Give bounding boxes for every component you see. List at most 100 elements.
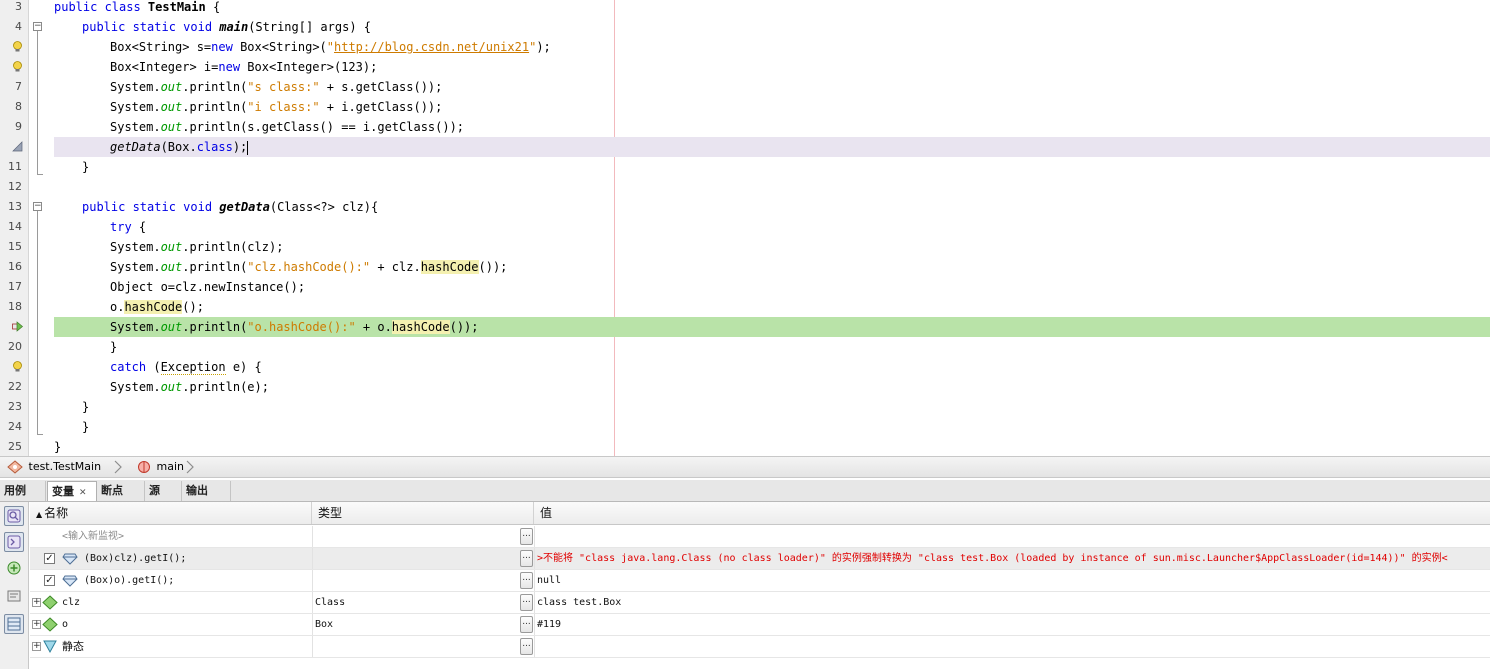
code-line-24[interactable]: 24 } — [0, 417, 1490, 437]
code-line-23[interactable]: 23 } — [0, 397, 1490, 417]
code-line-3[interactable]: 3 public class TestMain { — [0, 0, 1490, 17]
code-text: System.out.println(s.getClass() == i.get… — [110, 120, 465, 134]
show-values-button[interactable] — [4, 614, 24, 634]
tab-variables[interactable]: 变量 ✕ — [47, 481, 97, 501]
line-number: 8 — [15, 100, 22, 113]
line-number: 12 — [8, 180, 22, 193]
ellipsis-button[interactable]: ... — [520, 550, 533, 567]
watch-toggle-button[interactable] — [4, 506, 24, 526]
ellipsis-button[interactable]: ... — [520, 616, 533, 633]
variable-value: #119 — [537, 619, 562, 630]
code-text: try { — [110, 220, 147, 234]
tab-output[interactable]: 输出 — [182, 481, 231, 501]
code-line-7[interactable]: 7 System.out.println("s class:" + s.getC… — [0, 77, 1490, 97]
tab-cases[interactable]: 用例 — [0, 481, 46, 501]
code-line-14[interactable]: 14 try { — [0, 217, 1490, 237]
new-watch-input[interactable]: <输入新监视> — [62, 526, 312, 547]
local-variable-icon — [42, 617, 58, 632]
column-header-value[interactable]: 值 — [534, 502, 1490, 524]
watch-expression-icon — [62, 553, 78, 565]
code-line-9[interactable]: 9 System.out.println(s.getClass() == i.g… — [0, 117, 1490, 137]
ellipsis-button[interactable]: ... — [520, 572, 533, 589]
code-line-6[interactable]: Box<Integer> i=new Box<Integer>(123); — [0, 57, 1490, 77]
code-text: catch (Exception e) { — [110, 360, 262, 375]
code-line-20[interactable]: 20 } — [0, 337, 1490, 357]
code-line-16[interactable]: 16 System.out.println("clz.hashCode():" … — [0, 257, 1490, 277]
table-row[interactable]: + clz Class ... class test.Box — [30, 592, 1490, 614]
line-number: 18 — [8, 300, 22, 313]
code-editor[interactable]: − − 3 public class TestMain { 4 public s… — [0, 0, 1490, 456]
line-number: 11 — [8, 160, 22, 173]
watch-value: null — [537, 575, 562, 586]
static-fields-button[interactable] — [4, 586, 24, 606]
expand-toggle[interactable]: + — [32, 642, 41, 651]
code-text: o.hashCode(); — [110, 300, 204, 314]
code-line-21[interactable]: catch (Exception e) { — [0, 357, 1490, 377]
code-line-12[interactable]: 12 — [0, 177, 1490, 197]
text-caret — [247, 140, 249, 155]
column-header-type[interactable]: 类型 — [312, 502, 534, 524]
breadcrumb-class-item[interactable]: test.TestMain — [7, 457, 101, 477]
column-header-name[interactable]: ▲ 名称 — [30, 502, 312, 524]
code-line-15[interactable]: 15 System.out.println(clz); — [0, 237, 1490, 257]
code-line-25[interactable]: 25 } — [0, 437, 1490, 456]
code-line-8[interactable]: 8 System.out.println("i class:" + i.getC… — [0, 97, 1490, 117]
code-text: getData(Box.class); — [110, 140, 249, 155]
chevron-right-icon — [186, 459, 194, 475]
code-line-5[interactable]: Box<String> s=new Box<String>("http://bl… — [0, 37, 1490, 57]
hint-bulb-icon[interactable] — [12, 41, 23, 52]
static-node-label: 静态 — [62, 640, 84, 653]
expand-toggle[interactable]: + — [32, 620, 41, 629]
line-number: 22 — [8, 380, 22, 393]
navigation-breadcrumb: test.TestMain main — [0, 456, 1490, 478]
hint-bulb-icon[interactable] — [12, 61, 23, 72]
code-line-4[interactable]: 4 public static void main(String[] args)… — [0, 17, 1490, 37]
code-text: System.out.println(clz); — [110, 240, 284, 254]
code-line-13[interactable]: 13 public static void getData(Class<?> c… — [0, 197, 1490, 217]
close-icon[interactable]: ✕ — [79, 488, 87, 498]
new-watch-button[interactable] — [4, 558, 24, 578]
ellipsis-button[interactable]: ... — [520, 594, 533, 611]
table-row[interactable]: ✓ (Box)o).getI(); ... null — [30, 570, 1490, 592]
tab-sources[interactable]: 源 — [145, 481, 182, 501]
variable-name: clz — [62, 597, 81, 608]
code-line-11[interactable]: 11 } — [0, 157, 1490, 177]
code-line-18[interactable]: 18 o.hashCode(); — [0, 297, 1490, 317]
code-line-17[interactable]: 17 Object o=clz.newInstance(); — [0, 277, 1490, 297]
code-text: Box<Integer> i=new Box<Integer>(123); — [110, 60, 378, 74]
variable-type — [315, 636, 505, 657]
code-line-19[interactable]: System.out.println("o.hashCode():" + o.h… — [0, 317, 1490, 337]
watch-type — [315, 570, 505, 591]
ellipsis-button[interactable]: ... — [520, 528, 533, 545]
hint-bulb-icon[interactable] — [12, 361, 23, 372]
static-node-icon — [43, 640, 57, 654]
current-pc-arrow-icon[interactable] — [12, 321, 23, 332]
code-text: System.out.println("s class:" + s.getCla… — [110, 80, 443, 94]
variable-type: Class — [315, 597, 346, 608]
result-toggle-button[interactable] — [4, 532, 24, 552]
local-variable-icon — [42, 595, 58, 610]
variable-value: class test.Box — [537, 597, 622, 608]
variable-value — [537, 636, 1487, 657]
variables-toolbar — [0, 502, 29, 669]
line-number: 14 — [8, 220, 22, 233]
table-row[interactable]: ✓ (Box)clz).getI(); ... >不能将 "class java… — [30, 548, 1490, 570]
variables-table: ▲ 名称 类型 值 <输入新监视> ... ✓ (Box)clz).getI();… — [30, 502, 1490, 669]
breadcrumb-method-item[interactable]: main — [137, 457, 184, 477]
watch-name: (Box)clz).getI(); — [84, 553, 187, 564]
breakpoint-triangle-icon[interactable] — [12, 141, 23, 152]
expression-icon — [7, 535, 21, 549]
code-line-22[interactable]: 22 System.out.println(e); — [0, 377, 1490, 397]
code-text: public static void getData(Class<?> clz)… — [82, 200, 379, 214]
ellipsis-button[interactable]: ... — [520, 638, 533, 655]
variable-type: Box — [315, 619, 334, 630]
tab-breakpoints[interactable]: 断点 — [97, 481, 145, 501]
table-row[interactable]: + 静态 ... — [30, 636, 1490, 658]
code-line-10[interactable]: getData(Box.class); — [0, 137, 1490, 157]
table-row[interactable]: + o Box ... #119 — [30, 614, 1490, 636]
watch-enabled-checkbox[interactable]: ✓ — [44, 575, 55, 586]
expand-toggle[interactable]: + — [32, 598, 41, 607]
watch-enabled-checkbox[interactable]: ✓ — [44, 553, 55, 564]
new-watch-row[interactable]: <输入新监视> ... — [30, 526, 1490, 548]
line-number: 25 — [8, 440, 22, 453]
